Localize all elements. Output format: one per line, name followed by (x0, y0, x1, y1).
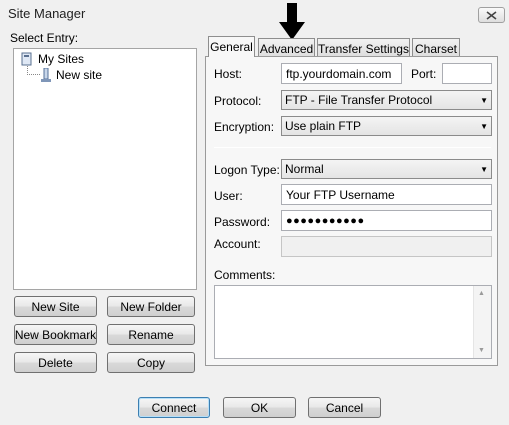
comments-label: Comments: (214, 268, 276, 282)
scroll-down-icon[interactable]: ▼ (478, 347, 485, 354)
copy-button[interactable]: Copy (107, 352, 195, 373)
scroll-up-icon[interactable]: ▲ (478, 290, 485, 297)
separator (214, 147, 491, 148)
cancel-button[interactable]: Cancel (308, 397, 381, 418)
tab-transfer-settings[interactable]: Transfer Settings (317, 38, 410, 58)
protocol-label: Protocol: (214, 94, 262, 108)
port-label: Port: (411, 67, 437, 81)
tab-charset[interactable]: Charset (412, 38, 460, 58)
password-label: Password: (214, 215, 271, 229)
delete-button[interactable]: Delete (14, 352, 97, 373)
comments-scrollbar[interactable]: ▲ ▼ (473, 286, 491, 358)
account-label: Account: (214, 237, 261, 251)
user-label: User: (214, 189, 243, 203)
connect-button[interactable]: Connect (138, 397, 210, 418)
rename-button[interactable]: Rename (107, 324, 195, 345)
tree-label-my-sites: My Sites (38, 52, 85, 66)
tab-general[interactable]: General (208, 36, 255, 57)
host-label: Host: (214, 67, 243, 81)
protocol-select[interactable]: FTP - File Transfer Protocol ▼ (281, 90, 492, 110)
encryption-value: Use plain FTP (285, 119, 362, 133)
password-input[interactable]: ●●●●●●●●●●● (281, 210, 492, 231)
logon-type-value: Normal (285, 162, 324, 176)
chevron-down-icon: ▼ (480, 121, 488, 131)
account-input (281, 236, 492, 257)
tree-item-my-sites[interactable]: My Sites (20, 52, 84, 66)
user-input[interactable]: Your FTP Username (281, 184, 492, 205)
logon-type-select[interactable]: Normal ▼ (281, 159, 492, 179)
site-server-icon (41, 68, 51, 82)
host-input[interactable]: ftp.yourdomain.com (281, 63, 402, 84)
ok-button[interactable]: OK (223, 397, 296, 418)
logon-type-label: Logon Type: (214, 163, 280, 177)
close-icon (486, 10, 497, 20)
site-tree[interactable]: My Sites New site (13, 48, 197, 290)
tab-advanced[interactable]: Advanced (258, 38, 315, 58)
encryption-select[interactable]: Use plain FTP ▼ (281, 116, 492, 136)
tree-item-new-site[interactable]: New site (40, 68, 102, 82)
tree-label-new-site: New site (56, 68, 103, 82)
new-site-button[interactable]: New Site (14, 296, 97, 317)
tree-connector (27, 66, 40, 75)
comments-textarea[interactable]: ▲ ▼ (214, 285, 492, 359)
close-button[interactable] (478, 7, 505, 23)
new-bookmark-button[interactable]: New Bookmark (14, 324, 97, 345)
chevron-down-icon: ▼ (480, 164, 488, 174)
down-arrow-icon (279, 3, 305, 40)
encryption-label: Encryption: (214, 120, 275, 134)
new-folder-button[interactable]: New Folder (107, 296, 195, 317)
chevron-down-icon: ▼ (480, 95, 488, 105)
window-title: Site Manager (8, 6, 86, 21)
select-entry-label: Select Entry: (10, 31, 79, 45)
port-input[interactable] (442, 63, 492, 84)
computer-sites-icon (21, 52, 32, 66)
protocol-value: FTP - File Transfer Protocol (285, 93, 433, 107)
